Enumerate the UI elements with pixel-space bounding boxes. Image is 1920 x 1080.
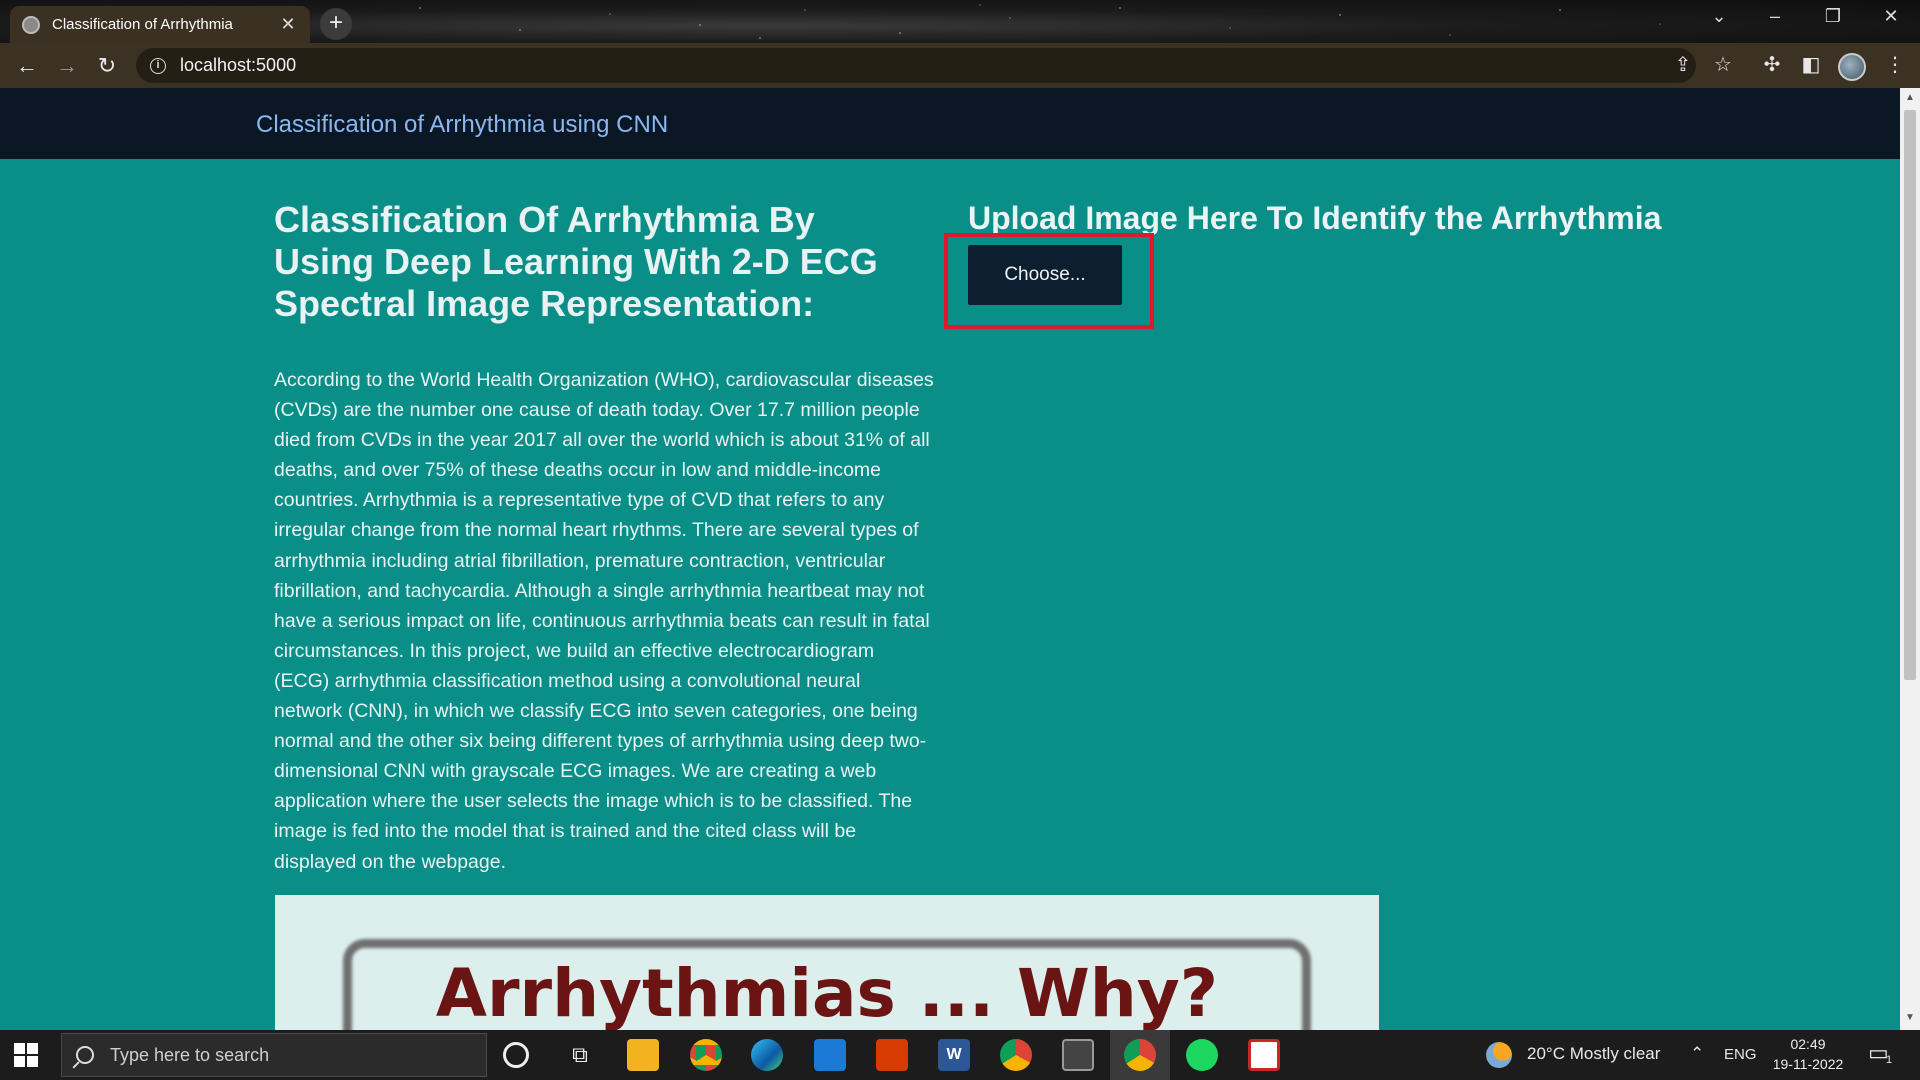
file-explorer-icon[interactable] bbox=[627, 1039, 659, 1071]
upload-title: Upload Image Here To Identify the Arrhyt… bbox=[968, 200, 1662, 236]
page-scrollbar[interactable]: ▲ ▼ bbox=[1900, 88, 1920, 1030]
reload-icon[interactable]: ↻ bbox=[92, 51, 122, 81]
main-content: Classification Of Arrhythmia By Using De… bbox=[0, 159, 1900, 1035]
address-bar[interactable]: i localhost:5000 bbox=[136, 48, 1696, 83]
bookmark-star-icon[interactable]: ☆ bbox=[1708, 50, 1738, 80]
clock-time: 02:49 bbox=[1790, 1036, 1826, 1052]
page-heading: Classification Of Arrhythmia By Using De… bbox=[274, 199, 878, 324]
tray-chevron-icon[interactable]: ⌃ bbox=[1690, 1044, 1704, 1064]
close-tab-icon[interactable]: ✕ bbox=[278, 14, 298, 35]
url-text: localhost:5000 bbox=[180, 55, 297, 75]
windows-taskbar: Type here to search ⧉ W 20°C Mostly clea… bbox=[0, 1030, 1920, 1080]
scroll-down-arrow-icon[interactable]: ▼ bbox=[1904, 1012, 1916, 1026]
site-navbar: Classification of Arrhythmia using CNN bbox=[0, 88, 1900, 159]
snipping-tool-icon[interactable] bbox=[1248, 1039, 1280, 1071]
site-info-icon[interactable]: i bbox=[150, 57, 166, 74]
search-placeholder: Type here to search bbox=[110, 1044, 270, 1065]
weather-text[interactable]: 20°C Mostly clear bbox=[1527, 1044, 1660, 1064]
profile-avatar[interactable] bbox=[1838, 53, 1866, 81]
chrome-profile-icon[interactable] bbox=[1000, 1039, 1032, 1071]
share-icon[interactable]: ⇪ bbox=[1668, 50, 1698, 80]
globe-icon bbox=[22, 15, 40, 34]
tab-search-chevron-icon[interactable]: ⌄ bbox=[1696, 6, 1742, 27]
office-icon[interactable] bbox=[876, 1039, 908, 1071]
edge-icon[interactable] bbox=[751, 1039, 783, 1071]
back-arrow-icon[interactable]: ← bbox=[12, 51, 42, 81]
scroll-up-arrow-icon[interactable]: ▲ bbox=[1904, 92, 1916, 106]
microsoft-store-icon[interactable] bbox=[814, 1039, 846, 1071]
new-tab-button[interactable]: + bbox=[320, 8, 352, 40]
cortana-icon[interactable] bbox=[503, 1042, 529, 1068]
taskbar-search-input[interactable]: Type here to search bbox=[61, 1033, 487, 1077]
site-brand-link[interactable]: Classification of Arrhythmia using CNN bbox=[256, 111, 668, 139]
language-indicator[interactable]: ENG bbox=[1724, 1046, 1757, 1063]
forward-arrow-icon[interactable]: → bbox=[52, 51, 82, 81]
taskbar-clock[interactable]: 02:49 19-11-2022 bbox=[1766, 1034, 1850, 1074]
minimize-icon[interactable]: – bbox=[1752, 6, 1798, 27]
clock-date: 19-11-2022 bbox=[1772, 1056, 1844, 1072]
browser-tab-strip: Classification of Arrhythmia ✕ + ⌄ – ❐ ✕ bbox=[0, 0, 1920, 43]
chrome-active-icon[interactable] bbox=[1124, 1039, 1156, 1071]
extensions-puzzle-icon[interactable]: ✣ bbox=[1757, 50, 1787, 80]
side-panel-icon[interactable]: ◧ bbox=[1796, 50, 1826, 80]
menu-kebab-icon[interactable]: ⋮ bbox=[1880, 50, 1910, 80]
description-paragraph: According to the World Health Organizati… bbox=[274, 369, 934, 873]
choose-file-button[interactable]: Choose... bbox=[968, 245, 1122, 305]
terminal-icon[interactable] bbox=[1062, 1039, 1094, 1071]
tab-title: Classification of Arrhythmia bbox=[52, 16, 233, 33]
banner-text: Arrhythmias ... Why? bbox=[435, 955, 1219, 1032]
task-view-icon[interactable]: ⧉ bbox=[564, 1039, 596, 1071]
spotify-icon[interactable] bbox=[1186, 1039, 1218, 1071]
chrome-icon[interactable] bbox=[690, 1039, 722, 1071]
browser-toolbar: ← → ↻ i localhost:5000 ⇪ ☆ ✣ ◧ ⋮ bbox=[0, 43, 1920, 88]
windows-start-icon[interactable] bbox=[14, 1043, 38, 1067]
weather-icon[interactable] bbox=[1486, 1042, 1512, 1068]
restore-icon[interactable]: ❐ bbox=[1810, 6, 1856, 27]
arrhythmia-banner-image: Arrhythmias ... Why? bbox=[275, 895, 1379, 1035]
close-window-icon[interactable]: ✕ bbox=[1868, 6, 1914, 27]
word-icon[interactable]: W bbox=[938, 1039, 970, 1071]
search-icon bbox=[76, 1046, 94, 1064]
browser-tab[interactable]: Classification of Arrhythmia ✕ bbox=[10, 6, 310, 43]
scrollbar-thumb[interactable] bbox=[1904, 110, 1916, 680]
notification-count: 1 bbox=[1886, 1054, 1893, 1066]
